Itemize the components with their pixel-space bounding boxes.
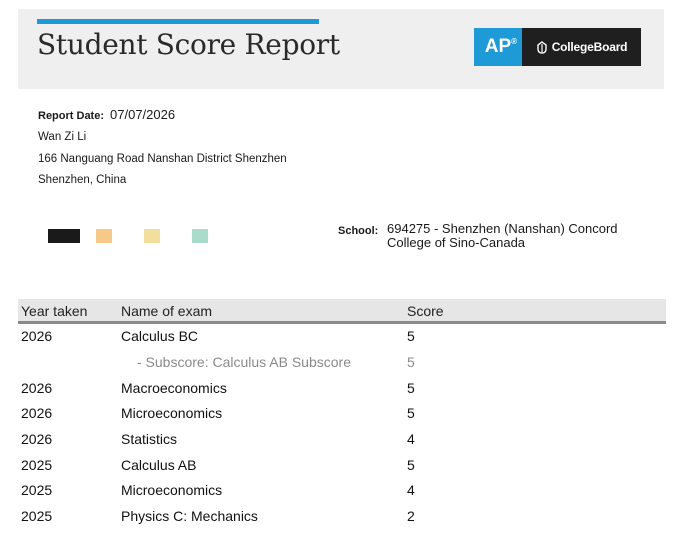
row-score: 2 [407,508,415,524]
color-swatch-orange [96,229,112,243]
report-date-value: 07/07/2026 [110,107,176,122]
row-exam: Calculus BC [121,328,199,344]
school-value: 694275 - Shenzhen (Nanshan) Concord Coll… [387,221,618,250]
table-row: 2025 Microeconomics 4 [0,482,687,508]
page-title: Student Score Report [37,28,340,61]
header-divider [18,321,666,324]
acorn-icon [536,40,547,54]
row-year: 2026 [21,328,53,344]
title-accent-bar [37,19,319,24]
row-year: 2026 [21,405,53,421]
color-swatch-black [48,229,80,243]
table-row: 2025 Calculus AB 5 [0,457,687,483]
row-year: 2026 [21,431,53,447]
collegeboard-logo-text: CollegeBoard [551,40,628,54]
header-year: Year taken [21,303,88,319]
row-score: 4 [407,431,415,447]
row-score: 5 [407,457,415,473]
row-score: 5 [407,354,415,370]
header-score: Score [407,303,444,319]
row-exam: Calculus AB [121,457,197,473]
row-exam: Statistics [121,431,178,447]
school-label: School: [338,225,379,237]
row-year: 2025 [21,457,53,473]
ap-collegeboard-logo: AP ® CollegeBoard [474,28,641,66]
report-date-line: Report Date: 07/07/2026 [38,107,175,122]
row-exam: - Subscore: Calculus AB Subscore [137,354,351,370]
row-year: 2026 [21,380,53,396]
row-exam: Macroeconomics [121,380,227,396]
row-score: 4 [407,482,415,498]
table-row: 2026 Macroeconomics 5 [0,380,687,406]
header-exam: Name of exam [121,303,213,319]
collegeboard-logo: CollegeBoard [522,28,641,66]
row-score: 5 [407,405,415,421]
student-name: Wan Zi Li [38,131,87,143]
score-table-header [18,299,666,321]
row-score: 5 [407,380,415,396]
table-row: 2025 Physics C: Mechanics 2 [0,508,687,534]
ap-logo-mark: ® [511,37,517,46]
address-line-1: 166 Nanguang Road Nanshan District Shenz… [38,153,287,165]
row-exam: Physics C: Mechanics [121,508,258,524]
report-date-label: Report Date: [38,110,105,122]
row-year: 2025 [21,508,53,524]
row-exam: Microeconomics [121,482,223,498]
table-row: 2026 Calculus BC 5 [0,328,687,354]
table-row: 2026 Microeconomics 5 [0,405,687,431]
row-year: 2025 [21,482,53,498]
table-row: 2026 Statistics 4 [0,431,687,457]
color-swatch-teal [192,229,208,243]
color-swatch-yellow [144,229,160,243]
address-line-2: Shenzhen, China [38,174,127,186]
row-exam: Microeconomics [121,405,223,421]
ap-logo-text: AP [484,36,512,57]
ap-logo: AP ® [474,28,522,66]
table-row-subscore: - Subscore: Calculus AB Subscore 5 [0,354,687,380]
row-score: 5 [407,328,415,344]
